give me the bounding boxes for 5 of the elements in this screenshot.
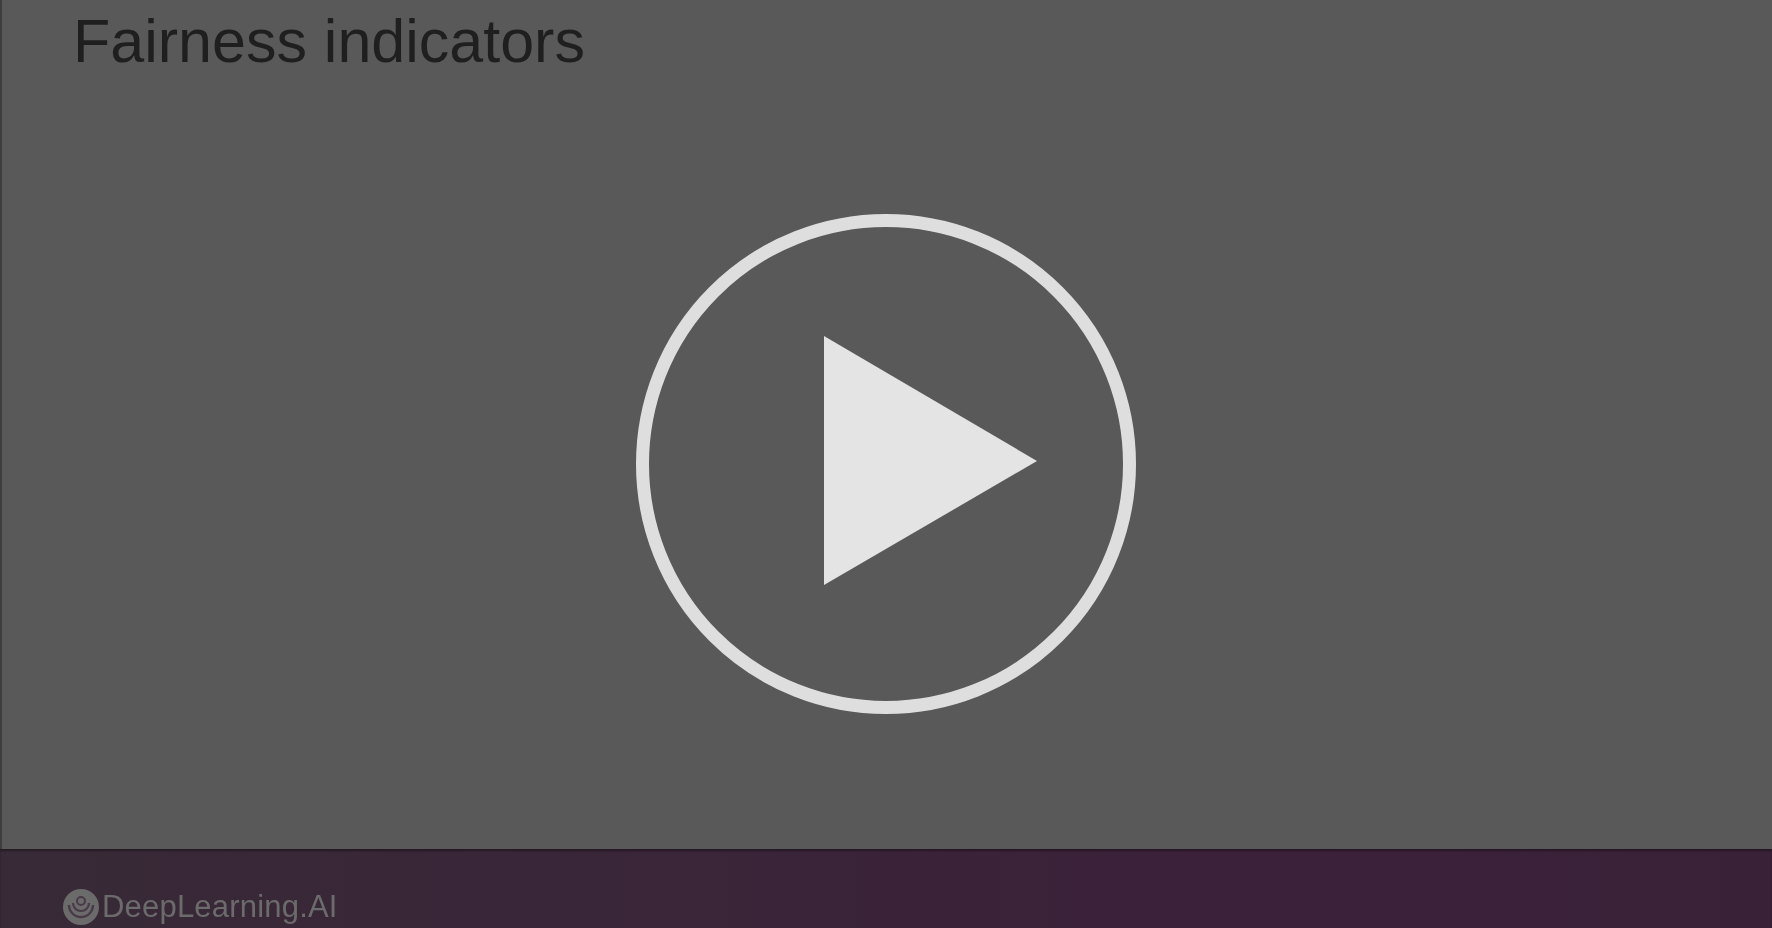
slide-title: Fairness indicators — [73, 7, 585, 76]
brand-name: DeepLearning.AI — [102, 889, 338, 925]
play-button[interactable] — [636, 214, 1136, 714]
play-icon — [636, 214, 1136, 714]
spiral-logo-icon — [63, 889, 99, 925]
